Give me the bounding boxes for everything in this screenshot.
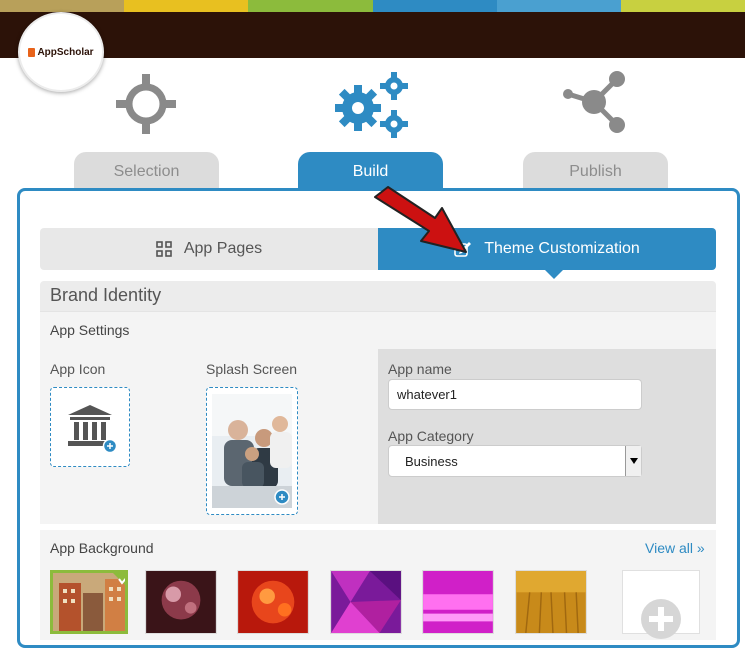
tab-selection[interactable]: Selection	[74, 152, 219, 192]
grid-icon	[156, 241, 172, 257]
app-name-value: whatever1	[397, 387, 457, 402]
tab-build-label: Build	[352, 163, 389, 180]
background-image-buildings	[53, 573, 125, 631]
active-subtab-caret	[545, 270, 563, 279]
background-thumb-3[interactable]	[237, 570, 309, 634]
subtab-app-pages-label: App Pages	[183, 240, 263, 257]
tab-selection-label: Selection	[113, 163, 180, 180]
tab-publish[interactable]: Publish	[523, 152, 668, 192]
splash-screen-label: Splash Screen	[206, 361, 298, 377]
subtab-theme-label: Theme Customization	[484, 240, 640, 257]
top-bar	[0, 12, 745, 58]
app-category-label: App Category	[388, 428, 474, 444]
bank-icon	[68, 405, 118, 453]
logo-mark-icon	[28, 47, 36, 57]
app-category-value: Business	[405, 453, 458, 469]
share-icon[interactable]	[562, 70, 628, 134]
subtab-app-pages[interactable]: App Pages	[40, 228, 378, 270]
color-stripe	[0, 0, 745, 12]
background-thumb-2[interactable]	[145, 570, 217, 634]
splash-image	[212, 394, 292, 508]
app-settings-header: App Settings	[40, 311, 716, 349]
logo-text: AppScholar	[37, 46, 94, 58]
background-thumb-4[interactable]	[330, 570, 402, 634]
plus-circle-icon	[641, 599, 681, 639]
annotation-arrow-icon	[374, 186, 467, 253]
background-thumb-6[interactable]	[515, 570, 587, 634]
app-background-label: App Background	[50, 540, 154, 556]
app-name-label: App name	[388, 361, 452, 377]
chevron-down-icon[interactable]	[625, 446, 641, 476]
app-category-select[interactable]: Business	[388, 445, 642, 477]
app-name-input[interactable]: whatever1	[388, 379, 642, 410]
add-background-button[interactable]	[622, 570, 700, 639]
splash-screen-upload[interactable]	[206, 387, 298, 515]
tab-publish-label: Publish	[569, 163, 622, 180]
background-thumb-5[interactable]	[422, 570, 494, 634]
brand-identity-header[interactable]: Brand Identity	[40, 281, 716, 311]
app-logo[interactable]: AppScholar	[18, 12, 104, 92]
view-all-link[interactable]: View all »	[645, 540, 705, 556]
gears-icon[interactable]	[334, 70, 410, 140]
app-icon-label: App Icon	[50, 361, 106, 377]
crosshair-icon[interactable]	[114, 72, 178, 136]
app-icon-upload[interactable]	[50, 387, 130, 467]
background-thumb-selected[interactable]	[50, 570, 128, 634]
